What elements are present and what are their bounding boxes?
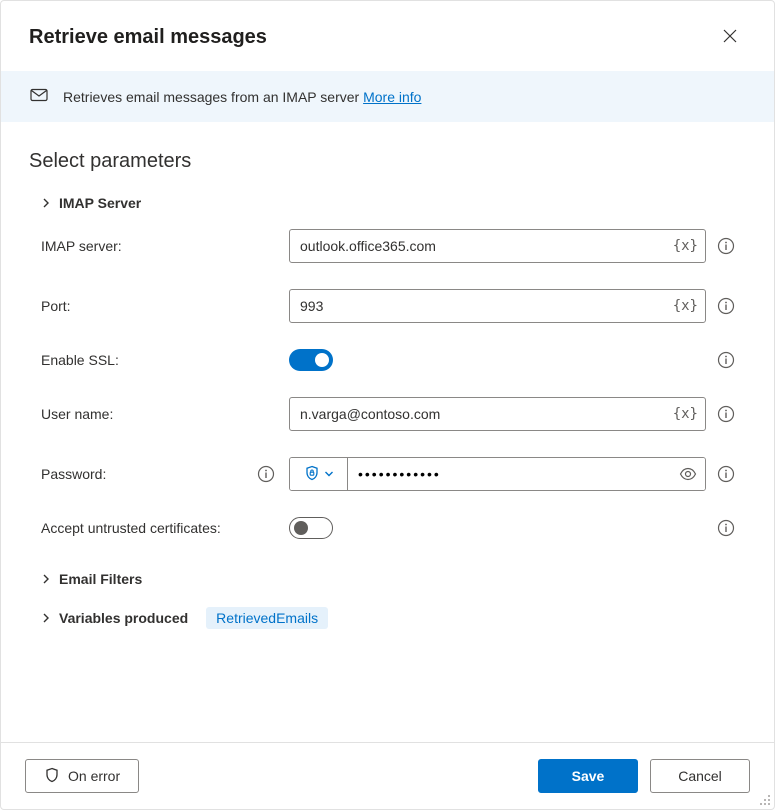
group-header-email-filters[interactable]: Email Filters [41,571,746,587]
row-username: User name: {x} [41,397,746,431]
enable-ssl-toggle[interactable] [289,349,333,371]
shield-icon [44,767,60,786]
variable-picker-icon[interactable]: {x} [673,298,698,314]
reveal-password-icon[interactable] [679,465,697,483]
group-label-imap: IMAP Server [59,195,141,211]
label-username: User name: [41,406,113,422]
password-field-wrap [289,457,706,491]
row-imap-server: IMAP server: {x} [41,229,746,263]
chevron-down-icon [324,466,334,482]
chevron-right-icon [41,198,51,208]
close-icon [723,29,737,46]
variable-produced-pill[interactable]: RetrievedEmails [206,607,328,629]
row-port: Port: {x} [41,289,746,323]
dialog-footer: On error Save Cancel [1,742,774,809]
dialog-body: Select parameters IMAP Server IMAP serve… [1,122,774,742]
accept-untrusted-toggle[interactable] [289,517,333,539]
label-password: Password: [41,466,106,482]
info-icon[interactable] [717,405,735,423]
chevron-right-icon [41,571,51,587]
more-info-link[interactable]: More info [363,89,421,105]
save-button[interactable]: Save [538,759,638,793]
imap-fields: IMAP server: {x} Port: {x} [41,229,746,539]
info-icon[interactable] [257,465,275,483]
port-input[interactable] [289,289,706,323]
close-button[interactable] [714,21,746,53]
retrieve-email-dialog: Retrieve email messages Retrieves email … [0,0,775,810]
group-label-email-filters: Email Filters [59,571,142,587]
cancel-label: Cancel [678,768,722,784]
on-error-button[interactable]: On error [25,759,139,793]
resize-grip[interactable] [757,792,771,806]
credential-picker-button[interactable] [290,458,348,490]
chevron-right-icon [41,610,51,626]
on-error-label: On error [68,768,120,784]
password-input[interactable] [348,458,705,490]
info-icon[interactable] [717,519,735,537]
label-accept-untrusted: Accept untrusted certificates: [41,520,221,536]
banner-text: Retrieves email messages from an IMAP se… [63,89,421,105]
mail-icon [29,85,49,108]
info-icon[interactable] [717,297,735,315]
label-port: Port: [41,298,71,314]
username-input[interactable] [289,397,706,431]
info-icon[interactable] [717,465,735,483]
save-label: Save [572,768,605,784]
variable-picker-icon[interactable]: {x} [673,406,698,422]
banner-description: Retrieves email messages from an IMAP se… [63,89,363,105]
dialog-header: Retrieve email messages [1,1,774,71]
dialog-title: Retrieve email messages [29,26,267,49]
info-icon[interactable] [717,237,735,255]
imap-server-input[interactable] [289,229,706,263]
group-header-imap-server[interactable]: IMAP Server [41,195,746,211]
label-enable-ssl: Enable SSL: [41,352,119,368]
section-title: Select parameters [29,150,746,173]
cancel-button[interactable]: Cancel [650,759,750,793]
row-accept-untrusted: Accept untrusted certificates: [41,517,746,539]
variable-picker-icon[interactable]: {x} [673,238,698,254]
shield-lock-icon [304,465,320,484]
label-imap-server: IMAP server: [41,238,122,254]
info-banner: Retrieves email messages from an IMAP se… [1,71,774,122]
info-icon[interactable] [717,351,735,369]
row-password: Password: [41,457,746,491]
group-label-variables-produced: Variables produced [59,610,188,626]
group-header-variables-produced[interactable]: Variables produced RetrievedEmails [41,607,746,629]
row-enable-ssl: Enable SSL: [41,349,746,371]
